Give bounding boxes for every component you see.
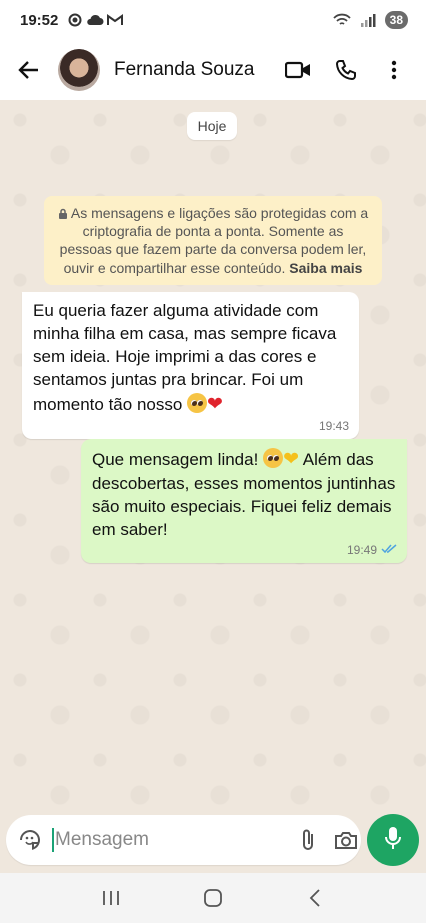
home-icon[interactable]: [193, 878, 233, 918]
chat-area[interactable]: Hoje As mensagens e ligações são protegi…: [0, 100, 426, 810]
back-icon[interactable]: [295, 878, 335, 918]
message-time: 19:43: [318, 419, 349, 434]
outgoing-message[interactable]: Que mensagem linda! ❤ Além das descobert…: [81, 439, 407, 564]
recents-icon[interactable]: [91, 878, 131, 918]
system-nav-bar: [0, 873, 426, 923]
message-meta: 19:49: [347, 542, 397, 558]
phone-icon[interactable]: [328, 52, 364, 88]
pleading-face-emoji: [263, 448, 284, 468]
yellow-heart-emoji: ❤: [283, 449, 299, 470]
incoming-message[interactable]: Eu queria fazer alguma atividade com min…: [22, 292, 359, 440]
gmail-icon: [106, 11, 124, 29]
more-vert-icon[interactable]: [376, 52, 412, 88]
wifi-icon: [332, 11, 351, 29]
encryption-notice[interactable]: As mensagens e ligações são protegidas c…: [44, 196, 382, 285]
learn-more-link[interactable]: Saiba mais: [289, 260, 362, 276]
status-bar: 19:52 38: [0, 0, 426, 40]
date-chip: Hoje: [187, 112, 237, 140]
pleading-face-emoji: [187, 392, 208, 413]
chat-header: Fernanda Souza: [0, 40, 426, 100]
message-meta: 19:43: [319, 418, 349, 434]
mic-icon: [384, 825, 402, 856]
red-heart-emoji: ❤: [207, 393, 223, 415]
screen-record-icon: [66, 11, 84, 29]
sticker-icon[interactable]: [18, 826, 42, 854]
message-composer: [6, 815, 361, 865]
video-call-icon[interactable]: [280, 52, 316, 88]
back-arrow-icon[interactable]: [14, 55, 44, 85]
signal-icon: [359, 11, 377, 29]
message-text: Eu queria fazer alguma atividade com min…: [33, 301, 337, 414]
status-time: 19:52: [20, 11, 59, 29]
battery-level: 38: [384, 11, 408, 29]
read-receipt-icon: [381, 542, 397, 558]
message-input[interactable]: [52, 828, 300, 852]
avatar[interactable]: [58, 49, 100, 91]
mic-button[interactable]: [367, 814, 419, 866]
cloud-icon: [86, 11, 104, 29]
contact-name[interactable]: Fernanda Souza: [114, 59, 268, 81]
lock-icon: [58, 205, 71, 221]
message-time: 19:49: [346, 543, 377, 558]
message-text-part1: Que mensagem linda!: [92, 450, 259, 469]
camera-icon[interactable]: [334, 826, 358, 854]
attach-icon[interactable]: [300, 826, 316, 854]
